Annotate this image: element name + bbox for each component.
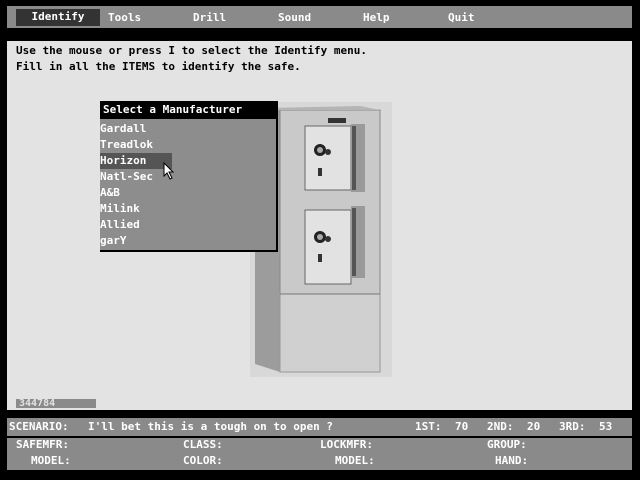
model-label-2: MODEL: [335, 454, 375, 467]
menu-tools[interactable]: Tools [108, 10, 141, 26]
scenario-text: I'll bet this is a tough on to open ? [88, 420, 334, 433]
dropdown-item-gary[interactable]: garY [100, 233, 127, 249]
scenario-line: SCENARIO: I'll bet this is a tough on to… [7, 418, 632, 436]
main-panel: Use the mouse or press I to select the I… [7, 41, 632, 410]
menu-sound[interactable]: Sound [278, 10, 311, 26]
dropdown-item-gardall[interactable]: Gardall [100, 121, 146, 137]
menu-identify[interactable]: Identify [16, 9, 100, 26]
menu-help[interactable]: Help [363, 10, 390, 26]
group-label: GROUP: [487, 438, 527, 451]
safemfr-label: SAFEMFR: [16, 438, 69, 451]
instruction-line-1: Use the mouse or press I to select the I… [16, 44, 367, 57]
combo-1st-label: 1ST: [415, 420, 442, 433]
dropdown-item-a-b[interactable]: A&B [100, 185, 120, 201]
combo-2nd-label: 2ND: [487, 420, 514, 433]
dropdown-item-milink[interactable]: Milink [100, 201, 140, 217]
combo-3rd-value: 53 [599, 420, 613, 433]
color-label: COLOR: [183, 454, 223, 467]
model-label-1: MODEL: [31, 454, 71, 467]
menu-quit[interactable]: Quit [448, 10, 475, 26]
class-label: CLASS: [183, 438, 223, 451]
mouse-cursor-icon [163, 162, 175, 180]
lockmfr-label: LOCKMFR: [320, 438, 373, 451]
dropdown-item-natl-sec[interactable]: Natl-Sec [100, 169, 153, 185]
menu-drill[interactable]: Drill [193, 10, 226, 26]
dropdown-item-allied[interactable]: Allied [100, 217, 140, 233]
combo-1st-value: 70 [455, 420, 469, 433]
manufacturer-dropdown[interactable]: Select a Manufacturer Gardall Treadlok H… [100, 101, 278, 252]
dropdown-item-horizon[interactable]: Horizon [100, 153, 172, 169]
menu-bar-strip: Identify Tools Drill Sound Help Quit [7, 6, 632, 28]
dropdown-title: Select a Manufacturer [100, 101, 276, 119]
combo-3rd-label: 3RD: [559, 420, 586, 433]
instruction-line-2: Fill in all the ITEMS to identify the sa… [16, 60, 301, 73]
status-id: 344784 [16, 399, 96, 409]
bottom-panel: SCENARIO: I'll bet this is a tough on to… [7, 418, 632, 470]
hand-label: HAND: [495, 454, 529, 467]
scenario-label: SCENARIO: [9, 420, 69, 433]
menu-bar: Identify Tools Drill Sound Help Quit [0, 0, 640, 36]
dropdown-item-treadlok[interactable]: Treadlok [100, 137, 153, 153]
combo-2nd-value: 20 [527, 420, 541, 433]
